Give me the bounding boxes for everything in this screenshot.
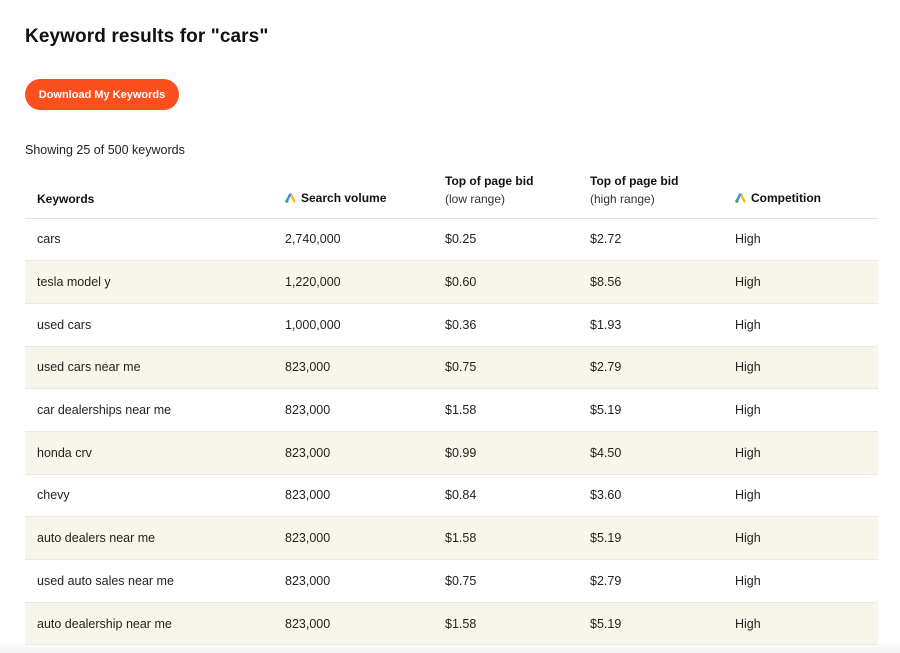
table-row: honda crv 823,000 $0.99 $4.50 High [25,431,878,475]
cell-bid-low: $1.58 [445,388,590,432]
cell-search-volume: 1,000,000 [285,303,445,347]
page-title: Keyword results for "cars" [25,26,269,47]
cell-bid-low: $1.58 [445,602,590,646]
header-keywords-label: Keywords [37,191,95,206]
cell-bid-low: $0.60 [445,260,590,304]
cell-competition: High [735,388,878,432]
header-bid-high-sublabel: (high range) [590,191,655,206]
cell-competition: High [735,303,878,347]
cell-competition: High [735,516,878,560]
cell-keyword: used cars near me [25,346,285,390]
table-header-row: Keywords Search volume Top of page bid (… [25,168,878,219]
table-body: cars 2,740,000 $0.25 $2.72 High tesla mo… [25,218,878,646]
cell-keyword: chevy [25,474,285,518]
table-row: car dealerships near me 823,000 $1.58 $5… [25,388,878,432]
google-ads-icon [735,192,746,206]
table-row: auto dealers near me 823,000 $1.58 $5.19… [25,516,878,560]
cell-keyword: auto dealers near me [25,516,285,560]
cell-search-volume: 823,000 [285,431,445,475]
cell-bid-high: $2.72 [590,218,735,262]
cell-search-volume: 823,000 [285,559,445,603]
cell-keyword: cars [25,218,285,262]
cell-competition: High [735,602,878,646]
cell-search-volume: 823,000 [285,388,445,432]
cell-competition: High [735,346,878,390]
cell-bid-low: $0.99 [445,431,590,475]
cell-keyword: used cars [25,303,285,347]
cell-bid-high: $3.60 [590,474,735,518]
cell-keyword: tesla model y [25,260,285,304]
header-search-volume-label: Search volume [301,190,387,205]
cell-bid-low: $0.36 [445,303,590,347]
keywords-table: Keywords Search volume Top of page bid (… [25,168,878,646]
cell-keyword: honda crv [25,431,285,475]
table-row: cars 2,740,000 $0.25 $2.72 High [25,218,878,262]
table-row: used cars near me 823,000 $0.75 $2.79 Hi… [25,346,878,390]
cell-keyword: car dealerships near me [25,388,285,432]
header-bid-high: Top of page bid (high range) [590,168,735,219]
header-competition-label: Competition [751,190,821,205]
download-keywords-button[interactable]: Download My Keywords [25,79,179,110]
cell-search-volume: 823,000 [285,602,445,646]
cell-bid-low: $0.75 [445,559,590,603]
table-row: auto dealership near me 823,000 $1.58 $5… [25,602,878,646]
cell-search-volume: 2,740,000 [285,218,445,262]
cell-competition: High [735,431,878,475]
cell-bid-low: $0.25 [445,218,590,262]
header-keywords: Keywords [25,168,285,219]
cell-search-volume: 1,220,000 [285,260,445,304]
header-bid-high-label: Top of page bid [590,173,679,188]
table-row: used auto sales near me 823,000 $0.75 $2… [25,559,878,603]
cell-keyword: auto dealership near me [25,602,285,646]
bottom-fade [0,641,900,653]
cell-bid-high: $5.19 [590,516,735,560]
cell-bid-low: $1.58 [445,516,590,560]
cell-bid-high: $5.19 [590,602,735,646]
header-search-volume: Search volume [285,168,445,219]
table-row: tesla model y 1,220,000 $0.60 $8.56 High [25,260,878,304]
cell-competition: High [735,474,878,518]
cell-search-volume: 823,000 [285,516,445,560]
cell-search-volume: 823,000 [285,474,445,518]
header-competition: Competition [735,168,878,219]
header-bid-low-label: Top of page bid [445,173,534,188]
table-row: chevy 823,000 $0.84 $3.60 High [25,474,878,518]
cell-bid-high: $4.50 [590,431,735,475]
cell-bid-high: $2.79 [590,559,735,603]
cell-search-volume: 823,000 [285,346,445,390]
table-row: used cars 1,000,000 $0.36 $1.93 High [25,303,878,347]
cell-bid-low: $0.84 [445,474,590,518]
cell-bid-high: $2.79 [590,346,735,390]
header-bid-low: Top of page bid (low range) [445,168,590,219]
cell-competition: High [735,559,878,603]
cell-competition: High [735,218,878,262]
results-count: Showing 25 of 500 keywords [25,143,185,157]
cell-bid-high: $1.93 [590,303,735,347]
cell-bid-high: $8.56 [590,260,735,304]
cell-keyword: used auto sales near me [25,559,285,603]
header-bid-low-sublabel: (low range) [445,191,506,206]
cell-bid-low: $0.75 [445,346,590,390]
cell-competition: High [735,260,878,304]
google-ads-icon [285,192,296,206]
cell-bid-high: $5.19 [590,388,735,432]
